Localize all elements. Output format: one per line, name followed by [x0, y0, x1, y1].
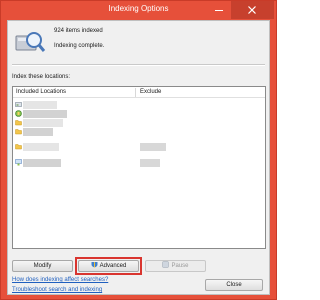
- locations-list[interactable]: Included Locations Exclude: [12, 86, 266, 249]
- network-icon: [15, 159, 22, 166]
- pause-icon: [162, 261, 170, 268]
- column-divider: [135, 88, 136, 97]
- drive-icon: [15, 102, 22, 107]
- column-header-exclude[interactable]: Exclude: [140, 89, 161, 95]
- folder-icon: [15, 129, 22, 135]
- advanced-button-highlight: [75, 257, 142, 275]
- redacted-location-path: [23, 101, 57, 109]
- folder-icon: [15, 144, 22, 150]
- redacted-location-path: [23, 143, 59, 151]
- redacted-location-path: [23, 110, 67, 118]
- how-indexing-affects-searches-link[interactable]: How does indexing affect searches?: [12, 277, 108, 283]
- troubleshoot-search-link[interactable]: Troubleshoot search and indexing: [12, 287, 102, 293]
- items-indexed-count: 924 items indexed: [54, 28, 103, 34]
- redacted-location-path: [23, 159, 61, 167]
- column-header-included[interactable]: Included Locations: [16, 89, 66, 95]
- locations-list-header: Included Locations Exclude: [13, 87, 265, 98]
- library-icon: [15, 110, 22, 117]
- redacted-location-path: [23, 128, 53, 136]
- folder-icon: [15, 120, 22, 126]
- dialog-content: 924 items indexed Indexing complete. Ind…: [7, 20, 270, 295]
- indexing-status-icon: [15, 32, 46, 52]
- redacted-exclude-path: [140, 159, 160, 167]
- redacted-exclude-path: [140, 143, 166, 151]
- indexing-status-text: Indexing complete.: [54, 43, 105, 49]
- locations-section-label: Index these locations:: [12, 74, 71, 80]
- indexing-options-window: Indexing Options 924 items indexed Index…: [0, 0, 277, 300]
- pause-button-label: Pause: [171, 263, 189, 269]
- pause-button[interactable]: Pause: [145, 260, 206, 272]
- divider: [12, 64, 265, 66]
- window-close-button[interactable]: [231, 1, 274, 19]
- close-button[interactable]: Close: [205, 279, 263, 291]
- close-icon: [248, 6, 256, 14]
- title-bar[interactable]: Indexing Options: [1, 1, 276, 19]
- modify-button[interactable]: Modify: [12, 260, 73, 272]
- minimize-button[interactable]: [208, 1, 230, 19]
- redacted-location-path: [23, 119, 63, 127]
